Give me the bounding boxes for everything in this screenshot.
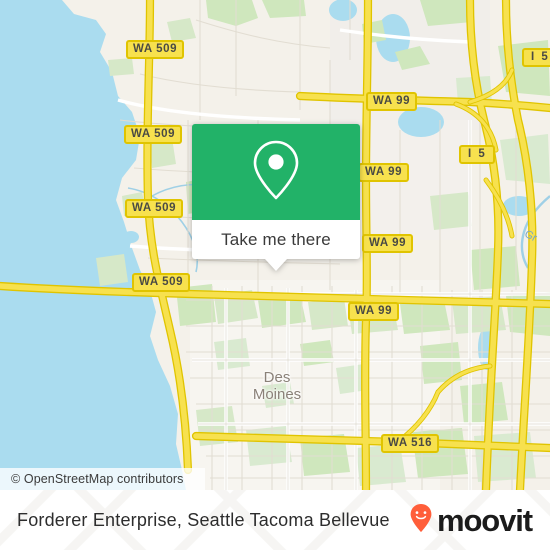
page-title: Forderer Enterprise, Seattle Tacoma Bell… (17, 509, 390, 530)
highway-shield: WA 509 (125, 199, 184, 218)
moovit-pin-icon (409, 503, 433, 538)
highway-shield: WA 99 (362, 234, 414, 253)
footer-bar: Forderer Enterprise, Seattle Tacoma Bell… (0, 490, 550, 550)
destination-callout-card[interactable]: Take me there (192, 124, 360, 271)
highway-shield: WA 99 (366, 92, 418, 111)
take-me-there-label: Take me there (221, 229, 331, 249)
highway-shield: I 5 (459, 145, 495, 164)
map-attribution-label: © OpenStreetMap contributors (11, 472, 184, 486)
moovit-logo[interactable]: moovit (409, 502, 533, 538)
map-pin-icon (250, 138, 302, 207)
callout-icon-area (192, 124, 360, 220)
highway-shield: WA 516 (381, 434, 440, 453)
highway-shield: WA 509 (126, 40, 185, 59)
highway-shield: WA 509 (132, 273, 191, 292)
highway-shield: WA 99 (358, 163, 410, 182)
highway-shield: I 5 (522, 48, 550, 67)
map-attribution[interactable]: © OpenStreetMap contributors (0, 468, 205, 490)
place-label-des-moines: Des Moines (252, 369, 302, 403)
highway-shield: WA 509 (124, 125, 183, 144)
moovit-wordmark: moovit (436, 502, 533, 538)
take-me-there-button[interactable]: Take me there (192, 220, 360, 259)
map-canvas[interactable]: WA 509 WA 509 WA 509 WA 509 WA 99 WA 99 … (0, 0, 550, 490)
moovit-map-screenshot: WA 509 WA 509 WA 509 WA 509 WA 99 WA 99 … (0, 0, 550, 550)
callout-pointer (265, 259, 287, 271)
highway-shield: WA 99 (348, 302, 400, 321)
